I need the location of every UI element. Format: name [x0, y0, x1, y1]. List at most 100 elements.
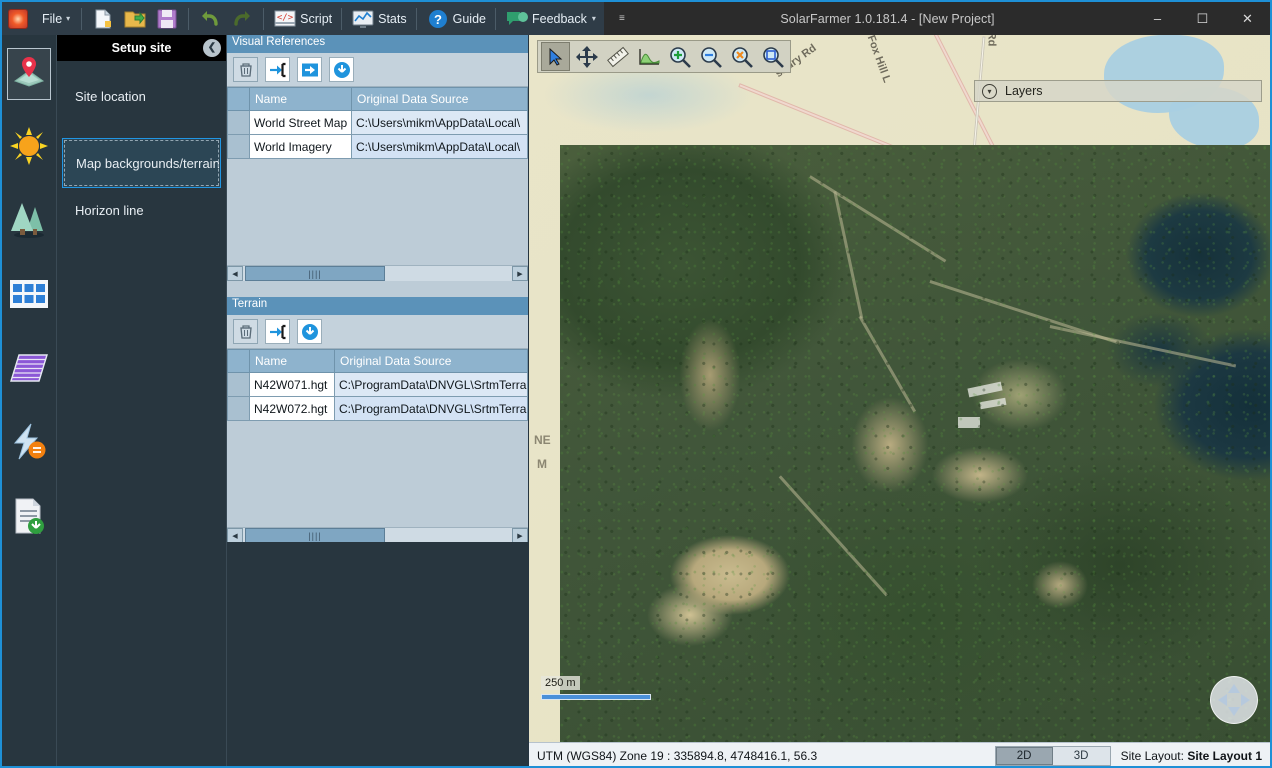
scroll-thumb[interactable]: |||| [245, 266, 385, 281]
script-button[interactable]: </> Script [269, 5, 336, 33]
view-2d-button[interactable]: 2D [995, 746, 1053, 765]
window-controls: – ☐ ✕ [1135, 2, 1270, 35]
table-header-row: Name Original Data Source [227, 87, 528, 111]
undo-button[interactable] [194, 5, 226, 33]
zoom-reset-button[interactable] [727, 42, 756, 71]
menu-toolbar: File ▾ </> Script Stats ? Guide Feedback… [2, 2, 604, 35]
row-selector[interactable] [227, 396, 250, 421]
cell-name[interactable]: N42W072.hgt [249, 396, 335, 421]
place-label: M [537, 457, 547, 471]
vr-import-button[interactable] [265, 57, 290, 82]
minimize-button[interactable]: – [1135, 2, 1180, 35]
terrain-hscrollbar[interactable]: ◀ |||| ▶ [227, 527, 528, 543]
rail-item-weather[interactable] [7, 122, 51, 174]
select-tool-button[interactable] [541, 42, 570, 71]
row-selector[interactable] [227, 372, 250, 397]
visual-references-hscrollbar[interactable]: ◀ |||| ▶ [227, 265, 528, 281]
rail-item-trees[interactable] [7, 196, 51, 248]
chevron-left-icon[interactable]: ❮ [203, 39, 221, 57]
cell-source[interactable]: C:\ProgramData\DNVGL\SrtmTerrai [334, 396, 528, 421]
cell-source[interactable]: C:\Users\mikm\AppData\Local\ [351, 134, 528, 159]
row-selector[interactable] [227, 110, 250, 135]
rail-item-site-location[interactable] [7, 48, 51, 100]
redo-button[interactable] [226, 5, 258, 33]
scroll-left-button[interactable]: ◀ [227, 528, 243, 543]
feedback-button[interactable]: Feedback ▾ [501, 5, 600, 33]
close-button[interactable]: ✕ [1225, 2, 1270, 35]
guide-button[interactable]: ? Guide [422, 5, 490, 33]
cell-name[interactable]: N42W071.hgt [249, 372, 335, 397]
new-project-button[interactable] [87, 5, 119, 33]
scroll-left-button[interactable]: ◀ [227, 266, 243, 281]
zoom-out-button[interactable] [696, 42, 725, 71]
view-3d-button[interactable]: 3D [1052, 746, 1110, 765]
vr-delete-button[interactable] [233, 57, 258, 82]
rail-item-electrical[interactable] [7, 418, 51, 470]
measure-tool-button[interactable] [603, 42, 632, 71]
toolbar-overflow-button[interactable]: ≡ [604, 13, 640, 24]
lightning-bolt-icon [9, 423, 49, 466]
scroll-track[interactable]: |||| [243, 266, 512, 281]
ruler-icon [606, 46, 629, 67]
pan-compass-control[interactable] [1210, 676, 1258, 724]
coordinate-readout: UTM (WGS84) Zone 19 : 335894.8, 4748416.… [537, 748, 818, 763]
sat-road [1049, 325, 1237, 367]
scroll-thumb[interactable]: |||| [245, 528, 385, 543]
open-project-button[interactable] [119, 5, 151, 33]
zoom-in-button[interactable] [665, 42, 694, 71]
pan-compass-icon [1218, 684, 1250, 716]
dock-bottom-filler [227, 542, 528, 766]
cell-source[interactable]: C:\ProgramData\DNVGL\SrtmTerrai [334, 372, 528, 397]
vr-download-button[interactable] [329, 57, 354, 82]
terrain-import-button[interactable] [265, 319, 290, 344]
zoom-to-extent-button[interactable] [758, 42, 787, 71]
sidebar-item-site-location[interactable]: Site location [62, 81, 221, 111]
rail-item-reports[interactable] [7, 492, 51, 544]
layers-dropdown[interactable]: ▾ Layers [974, 80, 1262, 102]
road-label: Fox Hill L [864, 35, 893, 85]
sidebar-item-horizon-line[interactable]: Horizon line [62, 195, 221, 225]
table-row[interactable]: N42W072.hgt C:\ProgramData\DNVGL\SrtmTer… [227, 396, 528, 421]
stats-button[interactable]: Stats [347, 5, 411, 33]
cell-name[interactable]: World Imagery [249, 134, 352, 159]
script-label: Script [300, 11, 333, 26]
visual-references-toolbar [227, 53, 528, 87]
title-bar: File ▾ </> Script Stats ? Guide Feedback… [2, 2, 1270, 35]
toolbar-separator [341, 7, 343, 30]
save-floppy-icon [155, 7, 179, 31]
profile-tool-button[interactable] [634, 42, 663, 71]
scroll-track[interactable]: |||| [243, 528, 512, 543]
site-layout-status: Site Layout: Site Layout 1 [1121, 749, 1262, 763]
sun-icon [10, 126, 48, 170]
cell-source[interactable]: C:\Users\mikm\AppData\Local\ [351, 110, 528, 135]
menu-file[interactable]: File ▾ [36, 8, 76, 30]
sat-road [929, 280, 1121, 345]
rail-item-array-layout[interactable] [7, 344, 51, 396]
terrain-delete-button[interactable] [233, 319, 258, 344]
sidebar-item-map-backgrounds-terrain[interactable]: Map backgrounds/terrain [62, 138, 221, 188]
scroll-right-button[interactable]: ▶ [512, 266, 528, 281]
maximize-button[interactable]: ☐ [1180, 2, 1225, 35]
chevron-down-icon[interactable]: ▾ [982, 83, 997, 99]
scroll-right-button[interactable]: ▶ [512, 528, 528, 543]
table-row[interactable]: N42W071.hgt C:\ProgramData\DNVGL\SrtmTer… [227, 372, 528, 397]
site-layout-value: Site Layout 1 [1187, 748, 1262, 763]
zoom-reset-icon [731, 46, 753, 68]
trees-icon [9, 201, 49, 244]
table-row[interactable]: World Street Map C:\Users\mikm\AppData\L… [227, 110, 528, 135]
terrain-download-button[interactable] [297, 319, 322, 344]
row-selector[interactable] [227, 134, 250, 159]
pan-tool-button[interactable] [572, 42, 601, 71]
rail-item-modules[interactable] [7, 270, 51, 322]
download-circle-icon [301, 323, 318, 340]
trash-icon [239, 62, 252, 77]
map-view[interactable]: sbury Rd Fox Hill L Rd NE M ▾ Layers 250… [529, 35, 1270, 742]
stats-chart-icon [351, 7, 375, 31]
panel-gap [227, 281, 528, 297]
table-row[interactable]: World Imagery C:\Users\mikm\AppData\Loca… [227, 134, 528, 159]
col-source: Original Data Source [351, 87, 528, 111]
vr-export-button[interactable] [297, 57, 322, 82]
save-project-button[interactable] [151, 5, 183, 33]
cell-name[interactable]: World Street Map [249, 110, 352, 135]
terrain-panel: Terrain Name Original Data Source N42W07… [227, 297, 528, 557]
